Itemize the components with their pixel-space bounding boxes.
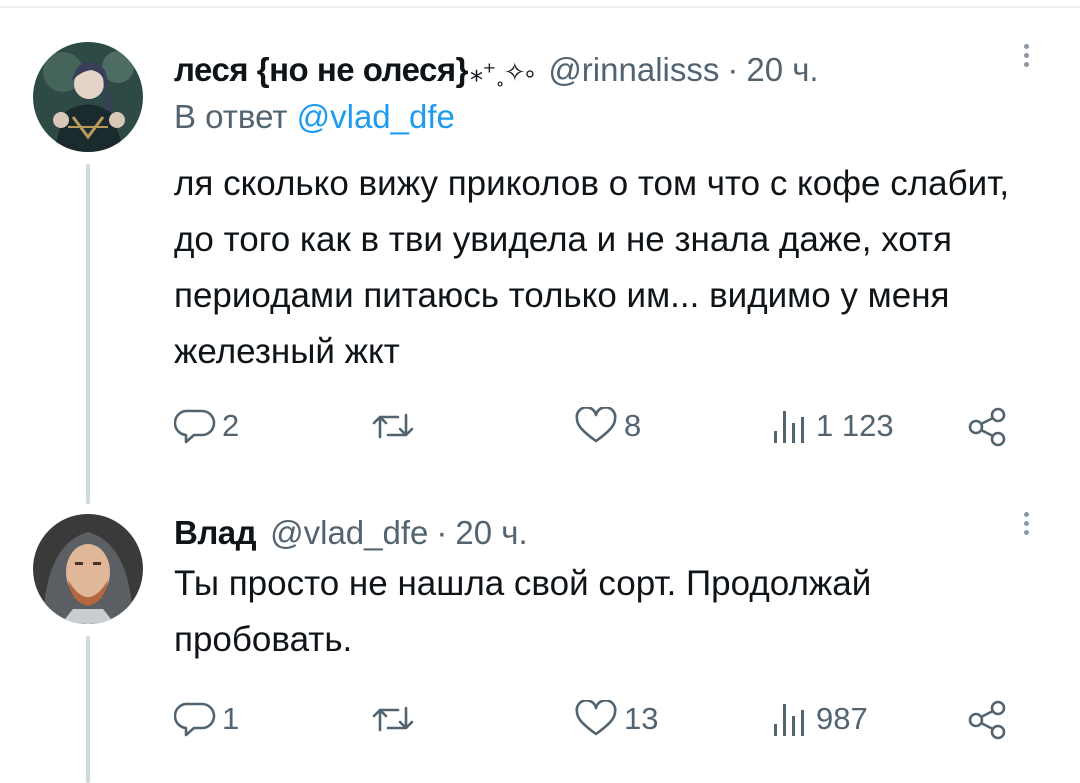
retweet-button[interactable] (370, 407, 422, 445)
tweet-text: ля сколько вижу приколов о том что с коф… (174, 164, 1010, 371)
reply-to-line: В ответ @vlad_dfe (174, 98, 455, 136)
reply-to-label: В ответ (174, 98, 297, 135)
separator-dot: · (436, 514, 448, 551)
reply-count: 1 (222, 701, 240, 736)
share-button[interactable] (966, 407, 1010, 447)
avatar[interactable] (33, 514, 143, 624)
reply-mention-link[interactable]: @vlad_dfe (297, 98, 455, 135)
timestamp[interactable]: 20 ч. (746, 51, 818, 89)
username-handle[interactable]: @rinnalisss (548, 51, 719, 89)
reply-button[interactable]: 2 (174, 407, 239, 445)
like-button[interactable]: 8 (574, 407, 641, 445)
heart-icon (575, 407, 617, 443)
name-emoji: ⁎⁺˳✧༚ (470, 57, 535, 87)
timestamp[interactable]: 20 ч. (455, 514, 527, 552)
like-count: 13 (624, 701, 659, 736)
views-count: 1 123 (816, 408, 894, 443)
display-name[interactable]: Влад (174, 514, 257, 552)
reply-button[interactable]: 1 (174, 700, 239, 738)
more-options-icon[interactable] (1016, 40, 1036, 74)
bar-chart-icon (774, 704, 804, 736)
tweet-text: Ты просто не нашла свой сорт. Продолжай … (174, 564, 872, 659)
more-options-icon[interactable] (1016, 508, 1036, 542)
thread-line (86, 164, 90, 504)
avatar[interactable] (33, 42, 143, 152)
thread-line (86, 636, 90, 783)
separator-dot: · (727, 51, 739, 88)
views-button[interactable]: 987 (770, 700, 868, 738)
retweet-button[interactable] (370, 700, 422, 738)
top-divider (0, 6, 1080, 8)
tweet-header: Влад @vlad_dfe · 20 ч. (174, 514, 528, 552)
username-handle[interactable]: @vlad_dfe (270, 514, 428, 552)
share-icon (968, 700, 1006, 740)
retweet-icon (372, 706, 414, 732)
action-bar: 1 13 987 (174, 700, 1014, 740)
speech-bubble-icon (174, 702, 216, 737)
like-button[interactable]: 13 (574, 700, 658, 738)
views-button[interactable]: 1 123 (770, 407, 894, 445)
bar-chart-icon (774, 411, 804, 443)
action-bar: 2 8 1 123 (174, 407, 1014, 447)
display-name[interactable]: леся {но не олеся} (174, 51, 469, 89)
share-icon (968, 407, 1006, 447)
like-count: 8 (624, 408, 642, 443)
views-count: 987 (816, 701, 868, 736)
retweet-icon (372, 413, 414, 439)
reply-count: 2 (222, 408, 240, 443)
heart-icon (575, 700, 617, 736)
speech-bubble-icon (174, 409, 216, 444)
share-button[interactable] (966, 700, 1010, 740)
